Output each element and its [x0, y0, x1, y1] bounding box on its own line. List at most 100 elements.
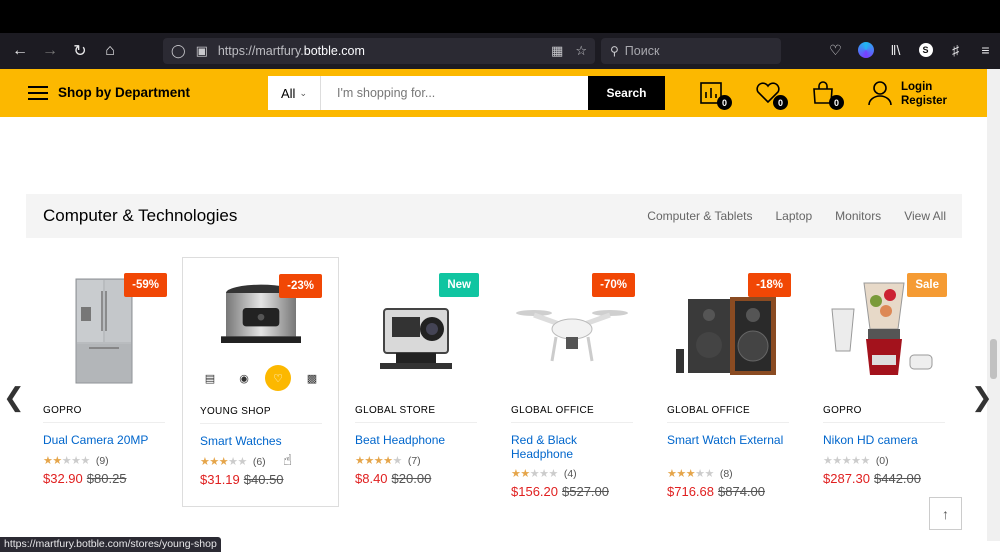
cart-button[interactable]: 0 [811, 81, 844, 110]
vendor-name[interactable]: GLOBAL OFFICE [511, 405, 594, 416]
product-card[interactable]: -18% GLOBAL OFFICE Smart Watch External … [650, 257, 807, 507]
hand-cursor-icon: ☝ [283, 452, 293, 469]
wishlist-count: 0 [773, 95, 788, 110]
url-text: https://martfury.botble.com [217, 44, 365, 58]
home-icon[interactable]: ⌂ [96, 37, 124, 65]
menu-icon[interactable]: ≡ [976, 40, 995, 60]
price: $31.19 $40.50 [200, 472, 284, 487]
wishlist-button[interactable]: 0 [755, 81, 788, 110]
forward-icon[interactable]: → [36, 37, 64, 65]
search-button[interactable]: Search [588, 76, 665, 110]
quick-view-eye-icon[interactable]: ◉ [231, 365, 257, 391]
scroll-thumb[interactable] [990, 339, 997, 379]
translate-icon[interactable]: ▦ [551, 43, 563, 59]
review-count: (6) [252, 455, 266, 468]
divider [511, 422, 633, 423]
discount-badge: -18% [748, 273, 791, 297]
new-badge: New [439, 273, 479, 297]
firefox-account-icon[interactable] [856, 40, 875, 60]
discount-badge: -70% [592, 273, 635, 297]
search-category-select[interactable]: All ⌄ [268, 76, 321, 110]
product-name[interactable]: Dual Camera 20MP [43, 433, 173, 448]
url-bar[interactable]: ◯ ▣ https://martfury.botble.com ▦ ☆ [163, 38, 595, 64]
section-link-computer-tablets[interactable]: Computer & Tablets [647, 209, 752, 223]
back-icon[interactable]: ← [6, 37, 34, 65]
arrow-up-icon: ↑ [942, 505, 949, 522]
product-search-form: All⌄ Search [268, 76, 665, 110]
browser-toolbar: ← → ↻ ⌂ ◯ ▣ https://martfury.botble.com … [0, 33, 1000, 69]
wishlist-heart-icon[interactable]: ♡ [265, 365, 291, 391]
product-card[interactable]: -59% GOPRO Dual Camera 20MP ★★★★★ (9) $32… [26, 257, 183, 507]
vendor-name[interactable]: GOPRO [43, 405, 82, 416]
product-name[interactable]: Smart Watch External [667, 433, 797, 448]
cart-count: 0 [829, 95, 844, 110]
product-search-input[interactable] [321, 76, 588, 110]
price: $716.68 $874.00 [667, 484, 765, 499]
rating: ★★★★★ (6) [200, 455, 266, 469]
section-link-laptop[interactable]: Laptop [775, 209, 812, 223]
rating: ★★★★★ (9) [43, 454, 109, 468]
compare-button[interactable]: 0 [699, 81, 732, 110]
extension-s-icon[interactable]: S [916, 40, 935, 60]
product-name[interactable]: Red & Black Headphone [511, 433, 641, 461]
library-icon[interactable]: ‖\ [886, 40, 905, 60]
product-card[interactable]: New GLOBAL STORE Beat Headphone ★★★★★ (7)… [338, 257, 495, 507]
shop-by-department-button[interactable]: Shop by Department [28, 85, 190, 100]
reload-icon[interactable]: ↻ [66, 37, 94, 65]
rating: ★★★★★ (7) [355, 454, 421, 468]
review-count: (9) [95, 454, 109, 467]
original-price: $20.00 [391, 471, 432, 486]
product-card[interactable]: -23% ▤ ◉ ♡ ▩ YOUNG SHOP Smart Watches ★★… [182, 257, 339, 507]
rating-stars: ★★★★★ [200, 456, 247, 468]
site-header: Shop by Department All⌄ Search 0 0 0 Log… [0, 69, 987, 117]
product-name[interactable]: Nikon HD camera [823, 433, 953, 448]
login-link[interactable]: Login [901, 80, 947, 94]
product-card[interactable]: -70% GLOBAL OFFICE Red & Black Headphone… [494, 257, 651, 507]
price: $287.30 $442.00 [823, 471, 921, 486]
carousel-next-icon[interactable]: ❯ [971, 382, 993, 413]
user-icon[interactable] [868, 80, 892, 106]
divider [200, 423, 322, 424]
original-price: $527.00 [562, 484, 609, 499]
rating: ★★★★★ (0) [823, 454, 889, 468]
bookmark-star-icon[interactable]: ☆ [575, 43, 587, 59]
review-count: (0) [875, 454, 889, 467]
department-label: Shop by Department [58, 85, 191, 100]
section-header: Computer & Technologies Computer & Table… [26, 194, 962, 238]
divider [823, 422, 945, 423]
add-to-cart-icon[interactable]: ▤ [197, 365, 223, 391]
sale-price: $31.19 [200, 472, 240, 487]
register-link[interactable]: Register [901, 94, 947, 108]
page-scrollbar[interactable] [987, 69, 1000, 541]
product-card[interactable]: Sale GOPRO Nikon HD camera ★★★★★ (0) $287… [806, 257, 963, 507]
sale-price: $8.40 [355, 471, 388, 486]
hamburger-icon [28, 85, 48, 100]
compare-count: 0 [717, 95, 732, 110]
browser-search-placeholder: Поиск [624, 44, 660, 58]
back-to-top-button[interactable]: ↑ [929, 497, 962, 530]
pocket-icon[interactable]: ♡ [826, 40, 845, 60]
section-link-monitors[interactable]: Monitors [835, 209, 881, 223]
vendor-name[interactable]: GLOBAL OFFICE [667, 405, 750, 416]
vendor-name[interactable]: GOPRO [823, 405, 862, 416]
review-count: (7) [407, 454, 421, 467]
sale-price: $156.20 [511, 484, 558, 499]
extensions-icon[interactable]: ♯ [946, 40, 965, 60]
vendor-name[interactable]: GLOBAL STORE [355, 405, 435, 416]
original-price: $442.00 [874, 471, 921, 486]
section-link-view-all[interactable]: View All [904, 209, 946, 223]
browser-search-bar[interactable]: ⚲ Поиск [601, 38, 781, 64]
sale-price: $32.90 [43, 471, 83, 486]
product-name[interactable]: Smart Watches [200, 434, 330, 449]
carousel-prev-icon[interactable]: ❮ [3, 382, 25, 413]
vendor-name[interactable]: YOUNG SHOP [200, 406, 271, 417]
divider [355, 422, 477, 423]
chevron-down-icon: ⌄ [299, 87, 307, 98]
compare-icon[interactable]: ▩ [299, 365, 325, 391]
rating-stars: ★★★★★ [43, 455, 90, 467]
sale-price: $287.30 [823, 471, 870, 486]
price: $156.20 $527.00 [511, 484, 609, 499]
price: $8.40 $20.00 [355, 471, 431, 486]
product-name[interactable]: Beat Headphone [355, 433, 485, 448]
original-price: $874.00 [718, 484, 765, 499]
